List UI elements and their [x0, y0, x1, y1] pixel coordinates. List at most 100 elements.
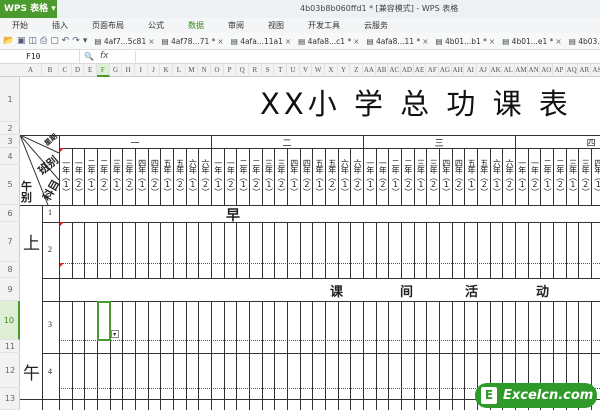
row-header[interactable]: 4 [0, 148, 20, 165]
column-header[interactable]: AO [540, 64, 554, 77]
menu-item[interactable]: 公式 [136, 18, 176, 33]
column-header[interactable]: AG [439, 64, 452, 77]
column-header[interactable]: AS [591, 64, 600, 77]
column-header[interactable]: B [42, 64, 59, 77]
menu-item[interactable]: 开始 [0, 18, 40, 33]
column-header[interactable]: S [262, 64, 275, 77]
column-header[interactable]: H [122, 64, 135, 77]
column-header[interactable]: W [312, 64, 326, 77]
column-header[interactable]: X [325, 64, 338, 77]
column-header[interactable]: AP [553, 64, 566, 77]
row-header[interactable]: 6 [0, 205, 20, 222]
column-header[interactable]: AM [515, 64, 528, 77]
column-header[interactable]: R [249, 64, 262, 77]
column-header[interactable]: A [20, 64, 42, 77]
preview-icon[interactable]: ▢ [50, 36, 59, 47]
close-tab-icon[interactable]: × [285, 37, 291, 46]
wps-app-menu-button[interactable]: WPS 表格 ▾ [0, 0, 57, 18]
column-header[interactable]: O [211, 64, 224, 77]
document-tab[interactable]: ▤ 4af78...71 * × [162, 37, 224, 46]
column-header[interactable]: K [160, 64, 174, 77]
menu-item[interactable]: 页面布局 [80, 18, 136, 33]
column-header[interactable]: F [97, 64, 110, 77]
column-header[interactable]: AJ [477, 64, 490, 77]
row-header[interactable]: 7 [0, 222, 20, 262]
column-header[interactable]: T [274, 64, 288, 77]
column-header[interactable]: AL [502, 64, 516, 77]
column-header[interactable]: AH [452, 64, 465, 77]
column-header[interactable]: N [198, 64, 212, 77]
print-preview-icon[interactable]: ◫ [29, 36, 38, 47]
grid-line [261, 222, 263, 278]
menu-item[interactable]: 插入 [40, 18, 80, 33]
column-header[interactable]: AF [426, 64, 440, 77]
document-tab[interactable]: ▤ 4b01...b1 * × [436, 37, 496, 46]
row-header[interactable]: 9 [0, 278, 20, 301]
row-header[interactable]: 2 [0, 122, 20, 135]
autofill-options-icon[interactable]: ▾ [110, 330, 119, 338]
menu-item[interactable]: 数据 [176, 18, 216, 33]
column-header[interactable]: I [135, 64, 148, 77]
row-header[interactable]: 12 [0, 353, 20, 388]
close-tab-icon[interactable]: × [353, 37, 359, 46]
row-header[interactable]: 13 [0, 388, 20, 410]
column-header[interactable]: U [287, 64, 300, 77]
close-tab-icon[interactable]: × [217, 37, 223, 46]
open-icon[interactable]: 📂 [3, 36, 14, 47]
column-header[interactable]: E [84, 64, 97, 77]
row-header[interactable]: 10 [0, 301, 20, 340]
document-tab[interactable]: ▤ 4b01...e1 * × [502, 37, 562, 46]
column-header[interactable]: M [186, 64, 199, 77]
print-icon[interactable]: ⎙ [40, 36, 47, 47]
class-header: 六年（2） [353, 159, 363, 195]
menu-item[interactable]: 云服务 [352, 18, 400, 33]
column-header[interactable]: AA [363, 64, 376, 77]
close-tab-icon[interactable]: × [555, 37, 561, 46]
column-header[interactable]: G [110, 64, 123, 77]
column-header[interactable]: AE [414, 64, 427, 77]
column-header[interactable]: AC [388, 64, 402, 77]
document-tab[interactable]: ▤ 4afa...11a1 × [231, 37, 291, 46]
document-tab[interactable]: ▤ 4afa8...11 * × [367, 37, 429, 46]
row-header[interactable]: 1 [0, 77, 20, 122]
menu-item[interactable]: 审阅 [216, 18, 256, 33]
column-header[interactable]: AR [578, 64, 592, 77]
redo-icon[interactable]: ↷ [72, 36, 80, 47]
column-header[interactable]: Y [338, 64, 351, 77]
row-header[interactable]: 5 [0, 165, 20, 205]
save-icon[interactable]: ▣ [17, 36, 26, 47]
column-header[interactable]: AQ [566, 64, 579, 77]
column-header[interactable]: AK [490, 64, 503, 77]
column-header[interactable]: Q [236, 64, 250, 77]
zoom-icon[interactable]: 🔍 [84, 50, 94, 63]
close-tab-icon[interactable]: × [422, 37, 428, 46]
column-header[interactable]: V [300, 64, 313, 77]
row-header[interactable]: 8 [0, 262, 20, 278]
column-header[interactable]: AN [528, 64, 541, 77]
selected-cell-f10[interactable] [97, 301, 111, 341]
menu-item[interactable]: 开发工具 [296, 18, 352, 33]
column-header[interactable]: AB [376, 64, 389, 77]
row-header[interactable]: 11 [0, 340, 20, 353]
grid-line [401, 301, 403, 410]
column-header[interactable]: Z [350, 64, 364, 77]
spreadsheet-grid[interactable]: XX小 学 总 功 课 表 星期 班别 科目 午别一二三四一年（1） 一年（2） 二年（1… [20, 77, 600, 410]
close-tab-icon[interactable]: × [148, 37, 154, 46]
column-header[interactable]: D [72, 64, 85, 77]
column-header[interactable]: J [148, 64, 161, 77]
formula-input[interactable] [135, 51, 600, 63]
name-box[interactable]: F10 [0, 50, 80, 63]
column-header[interactable]: L [173, 64, 186, 77]
column-header[interactable]: C [59, 64, 72, 77]
row-header[interactable]: 3 [0, 135, 20, 148]
column-header[interactable]: AI [464, 64, 478, 77]
column-header[interactable]: P [224, 64, 237, 77]
undo-icon[interactable]: ↶ [62, 36, 70, 47]
document-tab[interactable]: ▤ 4afa8...c1 * × [298, 37, 359, 46]
document-tab[interactable]: ▤ 4b03... [569, 37, 600, 46]
column-header[interactable]: AD [401, 64, 414, 77]
fx-button[interactable]: fx [100, 50, 109, 63]
menu-item[interactable]: 视图 [256, 18, 296, 33]
document-tab[interactable]: ▤ 4af7...5c81 × [94, 37, 154, 46]
close-tab-icon[interactable]: × [489, 37, 495, 46]
